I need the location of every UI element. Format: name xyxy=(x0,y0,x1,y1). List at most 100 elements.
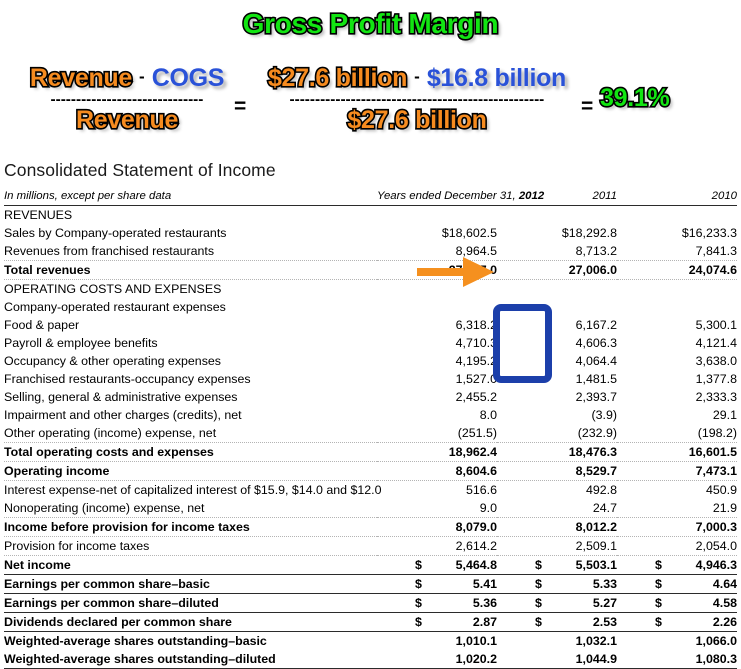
row-value-2012: $2.87 xyxy=(377,612,497,632)
row-value-2010: $2.26 xyxy=(617,612,737,632)
row-value-2010: 4,121.4 xyxy=(695,336,737,350)
right-fraction-bar: ----------------------------------------… xyxy=(256,94,578,104)
value-text: 2.53 xyxy=(592,615,617,629)
row-value-2012: 27,567.0 xyxy=(377,260,497,280)
currency-symbol: $ xyxy=(415,615,422,629)
row-value-2012: 9.0 xyxy=(377,499,497,518)
column-header-2010: 2010 xyxy=(617,187,737,206)
row-label: Company-operated restaurant expenses xyxy=(4,300,226,314)
row-value-2011: 4,606.3 xyxy=(575,336,617,350)
row-label: Earnings per common share–basic xyxy=(4,574,377,594)
row-value-2011 xyxy=(497,280,617,299)
currency-symbol: $ xyxy=(655,615,662,629)
value-text: 4.58 xyxy=(712,596,737,610)
right-fraction-denominator: $27.6 billion xyxy=(256,104,578,136)
row-label: Total operating costs and expenses xyxy=(4,442,377,462)
row-label: Provision for income taxes xyxy=(4,536,377,556)
right-fraction-numerator: $27.6 billion - $16.8 billion xyxy=(256,62,578,94)
row-value-2011: 8,529.7 xyxy=(497,461,617,481)
revenue-term-numerator: Revenue xyxy=(28,63,134,92)
income-statement-table: In millions, except per share data Years… xyxy=(4,187,737,669)
row-value-2012: 6,318.2 xyxy=(455,318,497,332)
column-header-2012-year: 2012 xyxy=(518,190,545,202)
left-fraction-bar: ------------------------------ xyxy=(16,94,238,104)
consolidated-statement-of-income: Consolidated Statement of Income In mill… xyxy=(0,152,741,669)
row-value-2010: $4,946.3 xyxy=(617,555,737,575)
row-value-2010: 7,473.1 xyxy=(617,461,737,481)
row-value-2010: 1,377.8 xyxy=(695,372,737,386)
row-value-2010: $4.58 xyxy=(617,593,737,613)
table-row: Net income $5,464.8 $5,503.1 $4,946.3 xyxy=(4,555,737,575)
value-text: 5,503.1 xyxy=(575,558,617,572)
row-value-2011: 8,012.2 xyxy=(497,517,617,537)
gross-profit-margin-result: 39.1% xyxy=(598,84,671,112)
revenue-value-denominator: $27.6 billion xyxy=(346,105,489,134)
row-value-2010: 7,841.3 xyxy=(617,242,737,261)
row-value-2012 xyxy=(377,280,497,299)
revenue-term-denominator: Revenue xyxy=(74,105,180,134)
currency-symbol: $ xyxy=(535,615,542,629)
row-value-2011: $5,503.1 xyxy=(497,555,617,575)
row-value-2010: 16,601.5 xyxy=(617,442,737,462)
table-row: Weighted-average shares outstanding–basi… xyxy=(4,632,737,651)
left-fraction-denominator: Revenue xyxy=(16,104,238,136)
table-row: Other operating (income) expense, net (25… xyxy=(4,424,737,443)
units-note: In millions, except per share data xyxy=(4,187,377,206)
currency-symbol: $ xyxy=(535,558,542,572)
row-value-2012 xyxy=(377,206,497,225)
row-label: Dividends declared per common share xyxy=(4,612,377,632)
row-value-2012: 8,079.0 xyxy=(377,517,497,537)
row-value-2011: $5.27 xyxy=(497,593,617,613)
formula-title: Gross Profit Margin xyxy=(241,8,500,39)
currency-symbol: $ xyxy=(535,577,542,591)
row-value-2011: 1,044.9 xyxy=(497,650,617,669)
row-label: Nonoperating (income) expense, net xyxy=(4,499,377,518)
row-label: Earnings per common share–diluted xyxy=(4,593,377,613)
fraction-bar-dashes-right: ----------------------------------------… xyxy=(289,94,545,104)
row-value-2011: (232.9) xyxy=(497,424,617,443)
left-fraction-numerator: Revenue - COGS xyxy=(16,62,238,94)
right-fraction: $27.6 billion - $16.8 billion ----------… xyxy=(256,62,578,136)
table-row: Franchised restaurants-occupancy expense… xyxy=(4,370,737,388)
currency-symbol: $ xyxy=(415,596,422,610)
row-value-2012: 1,020.2 xyxy=(377,650,497,669)
row-label: Occupancy & other operating expenses xyxy=(4,354,221,368)
value-text: 4.64 xyxy=(712,577,737,591)
row-value-2012 xyxy=(377,298,497,316)
row-value-2012: $5.36 xyxy=(377,593,497,613)
row-value-2012: 18,962.4 xyxy=(377,442,497,462)
row-value-2010: 450.9 xyxy=(705,483,737,497)
row-value-2010 xyxy=(617,298,737,316)
table-row: REVENUES xyxy=(4,206,737,225)
table-row: Payroll & employee benefits 4,710.3 4,606.… xyxy=(4,334,737,352)
row-value-2012: 1,527.0 xyxy=(455,372,497,386)
table-row: Provision for income taxes 2,614.2 2,509.1… xyxy=(4,536,737,556)
left-fraction: Revenue - COGS -------------------------… xyxy=(16,62,238,136)
row-value-2011: 4,064.4 xyxy=(575,354,617,368)
row-label: OPERATING COSTS AND EXPENSES xyxy=(4,282,222,296)
table-row: Total revenues 27,567.0 27,006.0 24,074.6 xyxy=(4,260,737,280)
revenue-value-numerator: $27.6 billion xyxy=(266,63,409,92)
row-value-2010: 1,066.0 xyxy=(695,634,737,648)
currency-symbol: $ xyxy=(655,558,662,572)
row-value-2011: 2,393.7 xyxy=(575,390,617,404)
row-value-2011: $18,292.8 xyxy=(561,226,617,240)
row-value-2010: 2,333.3 xyxy=(695,390,737,404)
row-value-2010: (198.2) xyxy=(617,424,737,443)
row-value-2012: 4,710.3 xyxy=(455,336,497,350)
row-value-2010: 2,054.0 xyxy=(617,536,737,556)
row-value-2010: $16,233.3 xyxy=(681,226,737,240)
row-value-2012: 2,614.2 xyxy=(377,536,497,556)
table-row: Weighted-average shares outstanding–dilu… xyxy=(4,650,737,669)
row-value-2012: $5.41 xyxy=(377,574,497,594)
currency-symbol: $ xyxy=(535,596,542,610)
table-row: Earnings per common share–diluted $5.36 $5… xyxy=(4,593,737,613)
row-value-2011: 2,509.1 xyxy=(497,536,617,556)
equals-sign-2: = xyxy=(581,95,594,118)
currency-symbol: $ xyxy=(415,577,422,591)
row-value-2012: 4,195.2 xyxy=(455,354,497,368)
row-value-2012: $18,602.5 xyxy=(441,226,497,240)
row-value-2012: 8,604.6 xyxy=(377,461,497,481)
row-value-2010: 1,080.3 xyxy=(617,650,737,669)
equals-sign-1: = xyxy=(234,95,247,118)
